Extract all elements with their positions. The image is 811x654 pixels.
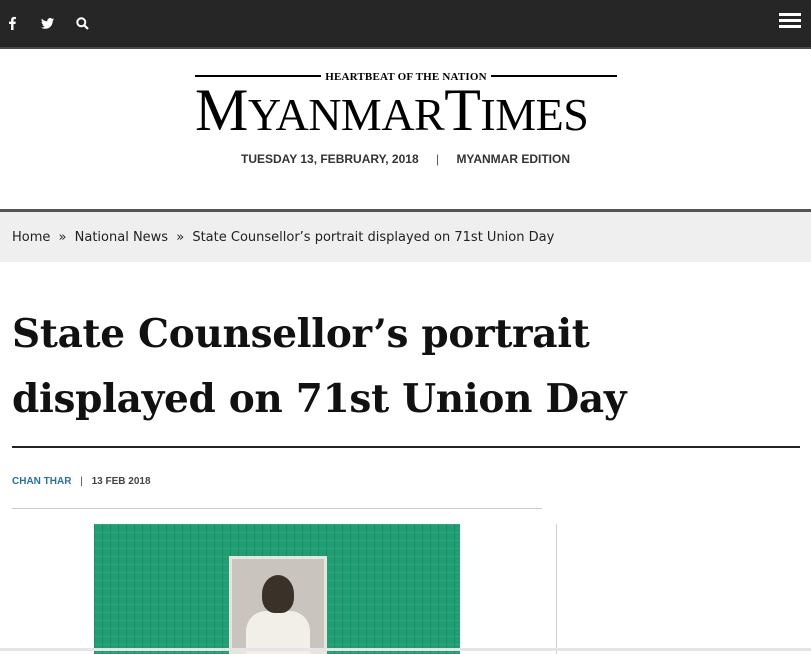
byline: CHAN THAR | 13 FEB 2018	[12, 476, 151, 487]
breadcrumb-separator: »	[58, 230, 67, 245]
article-image-frame	[12, 524, 557, 654]
menu-bar	[779, 25, 801, 28]
breadcrumb: Home » National News » State Counsellor’…	[12, 230, 554, 245]
breadcrumb-current[interactable]: State Counsellor’s portrait displayed on…	[192, 230, 554, 245]
breadcrumb-national-news[interactable]: National News	[75, 230, 168, 245]
logo-title: MYANMARTIMES	[195, 77, 589, 143]
site-logo[interactable]: HEARTBEAT OF THE NATION MYANMARTIMES	[195, 71, 617, 140]
current-date: TUESDAY 13, FEBRUARY, 2018	[240, 152, 419, 166]
tagline: HEARTBEAT OF THE NATION	[195, 71, 617, 83]
author-link[interactable]: CHAN THAR	[12, 476, 71, 487]
twitter-icon[interactable]	[37, 13, 57, 33]
byline-separator: |	[80, 476, 83, 487]
breadcrumb-home[interactable]: Home	[12, 230, 50, 245]
dateline: TUESDAY 13, FEBRUARY, 2018 | MYANMAR EDI…	[0, 152, 811, 166]
article-photo[interactable]	[94, 524, 460, 654]
portrait-image	[229, 556, 327, 654]
article-title: State Counsellor’s portrait displayed on…	[12, 311, 627, 422]
portrait-figure-head	[262, 575, 294, 613]
menu-bar	[779, 13, 801, 16]
search-icon[interactable]	[72, 13, 92, 33]
facebook-icon[interactable]	[2, 13, 22, 33]
byline-divider	[12, 508, 542, 509]
menu-icon[interactable]	[779, 13, 801, 29]
menu-bar	[779, 19, 801, 22]
breadcrumb-bar: Home » National News » State Counsellor’…	[0, 209, 811, 262]
edition-label[interactable]: MYANMAR EDITION	[456, 152, 570, 166]
masthead: HEARTBEAT OF THE NATION MYANMARTIMES TUE…	[0, 51, 811, 209]
dateline-separator: |	[435, 152, 440, 166]
breadcrumb-separator: »	[176, 230, 185, 245]
top-bar	[0, 0, 811, 49]
publish-date: 13 FEB 2018	[91, 476, 151, 487]
title-divider	[12, 446, 800, 448]
